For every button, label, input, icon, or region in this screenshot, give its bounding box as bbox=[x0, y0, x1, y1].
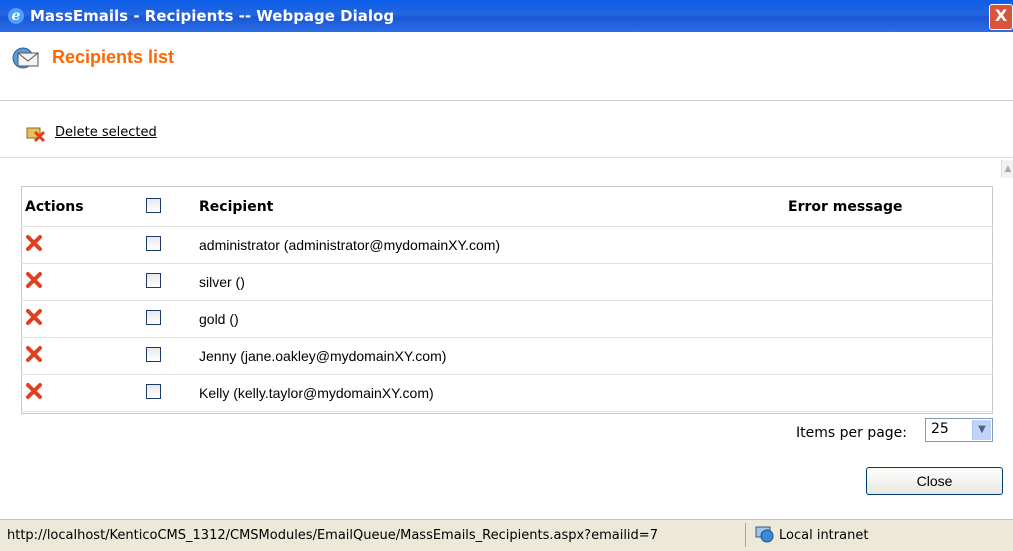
security-zone-label: Local intranet bbox=[779, 528, 869, 543]
error-cell bbox=[788, 300, 993, 338]
window-close-button[interactable]: X bbox=[989, 4, 1013, 30]
status-separator bbox=[745, 523, 746, 547]
delete-icon bbox=[26, 127, 46, 143]
delete-x-icon[interactable] bbox=[25, 271, 43, 289]
window-titlebar: e MassEmails - Recipients -- Webpage Dia… bbox=[0, 0, 1013, 32]
error-message-header: Error message bbox=[788, 188, 993, 227]
email-envelope-icon bbox=[12, 47, 39, 69]
page-header: Recipients list bbox=[0, 32, 1013, 101]
toolbar: Delete selected bbox=[0, 101, 1013, 158]
items-per-page-label: Items per page: bbox=[796, 425, 908, 441]
scrollbar-up-arrow[interactable]: ▲ bbox=[1001, 160, 1013, 178]
row-checkbox[interactable] bbox=[146, 272, 161, 288]
browser-icon: e bbox=[8, 8, 24, 24]
recipients-table: Actions Recipient Error message administ… bbox=[21, 188, 993, 412]
delete-selected-link[interactable]: Delete selected bbox=[55, 125, 157, 140]
window-title: MassEmails - Recipients -- Webpage Dialo… bbox=[30, 7, 395, 25]
row-checkbox[interactable] bbox=[146, 383, 161, 399]
delete-x-icon[interactable] bbox=[25, 345, 43, 363]
recipient-cell: Jenny (jane.oakley@mydomainXY.com) bbox=[199, 337, 788, 375]
select-all-checkbox[interactable] bbox=[146, 197, 161, 213]
error-cell bbox=[788, 374, 993, 412]
status-bar: http://localhost/KenticoCMS_1312/CMSModu… bbox=[0, 519, 1013, 551]
items-per-page-value: 25 bbox=[931, 421, 949, 437]
intranet-globe-icon bbox=[755, 526, 774, 543]
table-row: gold () bbox=[21, 300, 993, 338]
delete-x-icon[interactable] bbox=[25, 234, 43, 252]
delete-x-icon[interactable] bbox=[25, 382, 43, 400]
recipient-cell: silver () bbox=[199, 263, 788, 301]
recipient-cell: Kelly (kelly.taylor@mydomainXY.com) bbox=[199, 374, 788, 412]
row-checkbox[interactable] bbox=[146, 346, 161, 362]
error-cell bbox=[788, 263, 993, 301]
page-title: Recipients list bbox=[52, 47, 175, 67]
table-row: silver () bbox=[21, 263, 993, 301]
actions-header: Actions bbox=[21, 188, 146, 227]
delete-x-icon[interactable] bbox=[25, 308, 43, 326]
table-row: administrator (administrator@mydomainXY.… bbox=[21, 226, 993, 264]
close-button[interactable]: Close bbox=[866, 467, 1003, 495]
table-row: Jenny (jane.oakley@mydomainXY.com) bbox=[21, 337, 993, 375]
items-per-page-select[interactable]: 25 ▼ bbox=[925, 418, 993, 442]
error-cell bbox=[788, 337, 993, 375]
error-cell bbox=[788, 226, 993, 264]
recipient-cell: administrator (administrator@mydomainXY.… bbox=[199, 226, 788, 264]
row-checkbox[interactable] bbox=[146, 235, 161, 251]
table-row: Kelly (kelly.taylor@mydomainXY.com) bbox=[21, 374, 993, 412]
status-url: http://localhost/KenticoCMS_1312/CMSModu… bbox=[7, 528, 658, 543]
recipient-header: Recipient bbox=[199, 188, 788, 227]
table-header-row: Actions Recipient Error message bbox=[21, 188, 993, 227]
recipient-cell: gold () bbox=[199, 300, 788, 338]
chevron-down-icon[interactable]: ▼ bbox=[972, 420, 991, 440]
row-checkbox[interactable] bbox=[146, 309, 161, 325]
